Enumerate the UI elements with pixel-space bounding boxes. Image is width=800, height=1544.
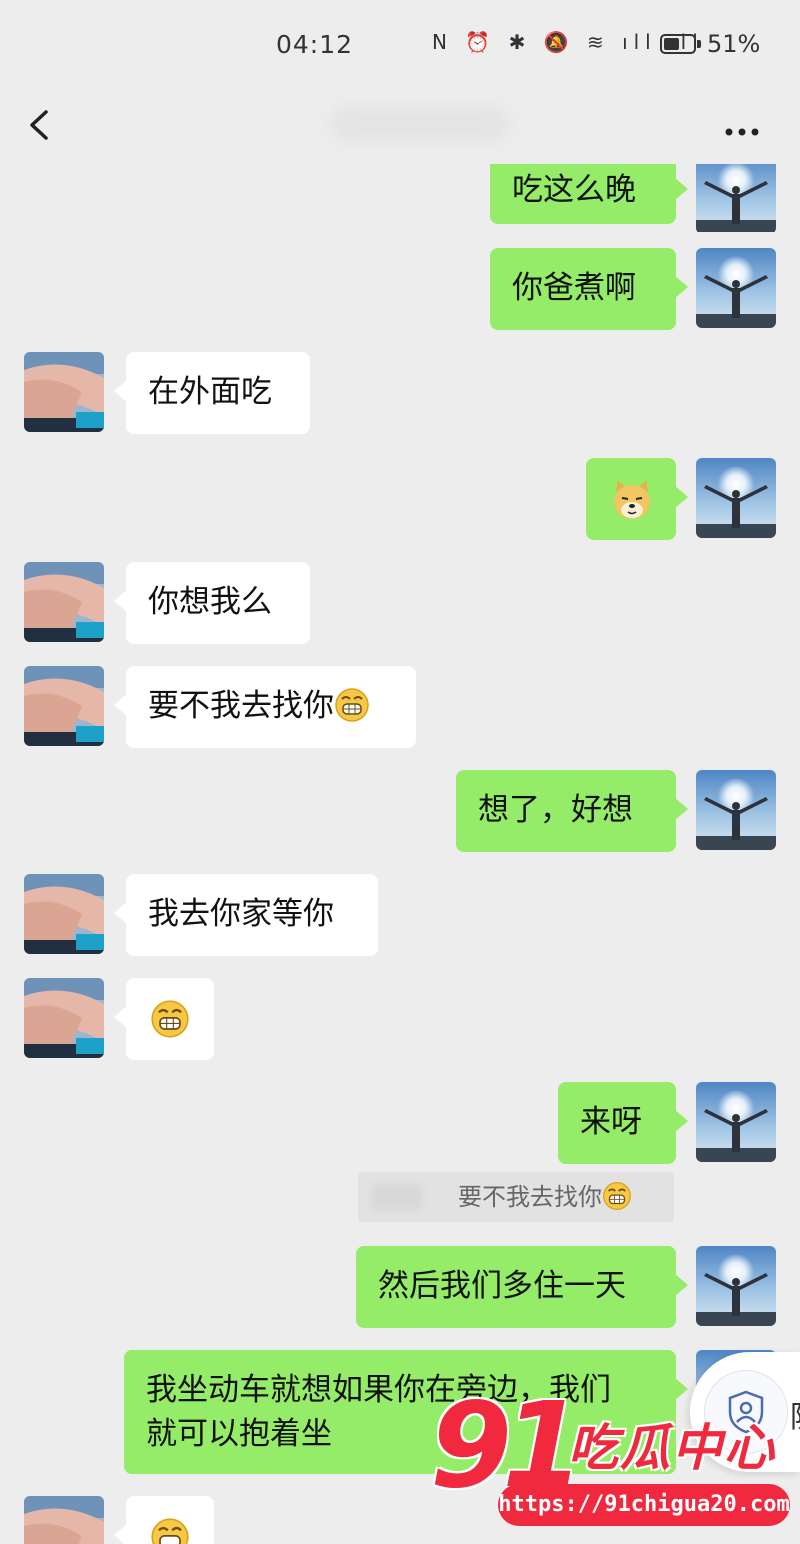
message-text: 然后我们多住一天 [378, 1268, 626, 1304]
grin-emoji-icon [151, 1000, 189, 1038]
message-text: 要不我去找你 [148, 688, 334, 724]
contact-message-bubble[interactable]: 我去你家等你 [114, 874, 378, 956]
message-text: 吃这么晚 [512, 172, 636, 208]
message-text: 来呀 [580, 1104, 642, 1140]
more-options-button[interactable] [716, 102, 768, 146]
doge-sticker-icon [614, 480, 650, 519]
message-row [0, 458, 800, 540]
chat-title-redacted [330, 106, 510, 142]
status-bar: 04:12 N ⏰ ✱ 🔕 ≋ ıll ıll 51% [0, 0, 800, 92]
grin-emoji-icon [603, 1182, 631, 1210]
message-row: 然后我们多住一天 [0, 1246, 800, 1328]
contact-avatar[interactable] [24, 1496, 104, 1544]
contact-message-bubble[interactable]: 要不我去找你 [114, 666, 416, 748]
more-dots-icon [725, 128, 759, 136]
my-avatar[interactable] [696, 248, 776, 328]
contact-avatar[interactable] [24, 666, 104, 746]
my-message-bubble[interactable]: 吃这么晚 [490, 164, 688, 224]
my-avatar[interactable] [696, 164, 776, 232]
message-row: 我去你家等你 [0, 874, 800, 956]
contact-message-bubble[interactable]: 你想我么 [114, 562, 310, 644]
message-text: 想了，好想 [478, 792, 633, 828]
my-avatar[interactable] [696, 1246, 776, 1326]
contact-message-bubble[interactable] [114, 1496, 214, 1544]
message-row: 想了，好想 [0, 770, 800, 852]
contact-avatar[interactable] [24, 352, 104, 432]
contact-message-bubble[interactable] [114, 978, 214, 1060]
grin-emoji-icon [335, 688, 369, 722]
contact-message-bubble[interactable]: 在外面吃 [114, 352, 310, 434]
back-button[interactable] [18, 100, 62, 150]
my-avatar[interactable] [696, 458, 776, 538]
my-avatar[interactable] [696, 1082, 776, 1162]
message-row: 要不我去找你 [0, 666, 800, 748]
battery-percent: 51% [707, 30, 761, 58]
grin-emoji-icon [151, 1518, 189, 1544]
message-text: 在外面吃 [148, 374, 272, 410]
status-time: 04:12 [276, 30, 354, 59]
watermark-brand-name: 吃瓜中心 [568, 1419, 776, 1477]
message-text: 你想我么 [148, 584, 272, 620]
message-row: 你想我么 [0, 562, 800, 644]
message-text: 我去你家等你 [148, 896, 334, 932]
message-row: 你爸煮啊 [0, 248, 800, 330]
message-row: 在外面吃 [0, 352, 800, 434]
my-avatar[interactable] [696, 770, 776, 850]
message-row [0, 978, 800, 1060]
message-row: 来呀 [0, 1082, 800, 1164]
message-row: 吃这么晚 [0, 164, 800, 232]
chevron-left-icon [30, 110, 48, 140]
my-message-bubble[interactable]: 来呀 [558, 1082, 688, 1164]
site-watermark: 91 吃瓜中心 https://91chigua20.com [430, 1386, 800, 1544]
my-message-bubble[interactable] [586, 458, 688, 540]
quote-sender-redacted [372, 1184, 422, 1210]
my-message-bubble[interactable]: 想了，好想 [456, 770, 688, 852]
quoted-message[interactable]: 要不我去找你 [358, 1172, 674, 1222]
battery-icon [660, 34, 696, 54]
watermark-url: https://91chigua20.com [498, 1484, 790, 1526]
quote-text: 要不我去找你 [458, 1172, 632, 1222]
contact-avatar[interactable] [24, 874, 104, 954]
message-text: 你爸煮啊 [512, 270, 636, 306]
my-message-bubble[interactable]: 然后我们多住一天 [356, 1246, 688, 1328]
contact-avatar[interactable] [24, 978, 104, 1058]
contact-avatar[interactable] [24, 562, 104, 642]
chat-header [0, 92, 800, 160]
my-message-bubble[interactable]: 你爸煮啊 [490, 248, 688, 330]
